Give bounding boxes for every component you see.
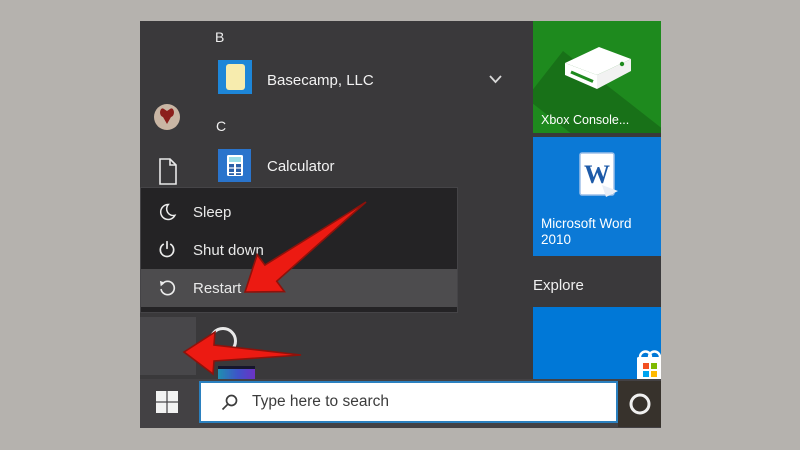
app-label-basecamp[interactable]: Basecamp, LLC <box>267 72 374 90</box>
taskbar <box>140 379 661 428</box>
tile-group-header-explore[interactable]: Explore <box>533 277 584 294</box>
moon-icon <box>157 202 179 222</box>
taskbar-search-box[interactable] <box>199 381 618 423</box>
cortana-button[interactable] <box>618 381 661 427</box>
chevron-down-icon[interactable] <box>488 74 503 84</box>
tile-xbox-console[interactable]: Xbox Console... <box>533 21 661 133</box>
power-button[interactable] <box>140 317 196 375</box>
power-icon <box>157 240 179 260</box>
documents-icon[interactable] <box>158 158 178 190</box>
menu-item-label: Restart <box>193 279 242 297</box>
screenshot-frame: B Basecamp, LLC C Calculator Xbox Consol… <box>0 0 800 450</box>
tile-label: Xbox Console... <box>541 113 630 127</box>
user-avatar[interactable] <box>154 104 180 130</box>
basecamp-folder-icon <box>218 60 252 94</box>
cortana-icon <box>629 393 650 415</box>
app-label-calculator[interactable]: Calculator <box>267 158 335 176</box>
app-row-basecamp[interactable] <box>218 60 252 94</box>
search-icon <box>221 394 238 410</box>
menu-item-restart[interactable]: Restart <box>141 269 457 307</box>
menu-item-label: Shut down <box>193 241 264 259</box>
menu-item-shut-down[interactable]: Shut down <box>141 231 457 269</box>
partial-app-icon <box>209 327 237 355</box>
restart-icon <box>157 278 179 298</box>
partial-gradient-app-icon <box>218 366 255 379</box>
app-row-calculator[interactable] <box>218 149 251 182</box>
store-bag-icon <box>637 350 661 379</box>
avatar-demon-icon <box>160 108 174 124</box>
menu-item-label: Sleep <box>193 203 232 221</box>
tile-microsoft-word[interactable]: W Microsoft Word 2010 <box>533 137 661 256</box>
word-letter: W <box>584 160 610 189</box>
power-flyout-menu: Sleep Shut down Restart <box>140 187 458 313</box>
xbox-console-icon <box>565 47 631 89</box>
windows-start-button[interactable] <box>155 390 179 414</box>
section-header-b[interactable]: B <box>215 28 224 46</box>
section-header-c[interactable]: C <box>216 117 226 135</box>
tile-microsoft-store[interactable] <box>533 307 661 379</box>
search-input[interactable] <box>250 392 616 412</box>
tile-label: Microsoft Word 2010 <box>541 216 632 247</box>
start-menu: B Basecamp, LLC C Calculator Xbox Consol… <box>140 21 661 379</box>
word-document-icon: W <box>579 152 618 197</box>
menu-item-sleep[interactable]: Sleep <box>141 193 457 231</box>
calculator-icon <box>218 149 251 182</box>
